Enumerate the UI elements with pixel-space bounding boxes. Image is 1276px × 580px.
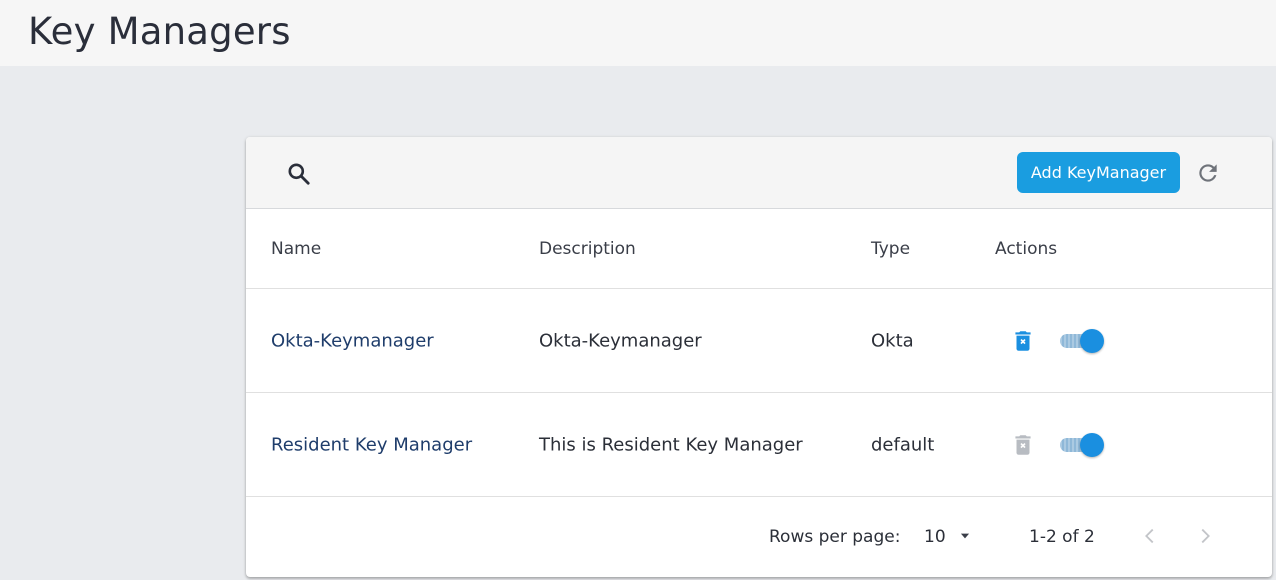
enable-toggle[interactable] [1058,328,1104,354]
column-header-type[interactable]: Type [871,239,910,259]
keymanager-name-link[interactable]: Resident Key Manager [271,434,472,455]
keymanager-type: Okta [871,330,914,351]
table-toolbar: Add KeyManager [246,137,1272,209]
table-header-row: Name Description Type Actions [246,209,1272,289]
chevron-right-icon[interactable] [1194,525,1216,547]
toggle-thumb [1080,329,1104,353]
pagination-range: 1-2 of 2 [1029,527,1095,547]
page-title: Key Managers [28,10,291,53]
key-managers-card: Add KeyManager Name Description Type Act… [246,137,1272,577]
column-header-actions: Actions [995,238,1058,259]
refresh-icon[interactable] [1195,160,1221,186]
keymanager-name-link[interactable]: Okta-Keymanager [271,330,434,351]
keymanager-type: default [871,434,935,455]
toggle-thumb [1080,433,1104,457]
search-icon[interactable] [286,161,312,187]
chevron-left-icon[interactable] [1139,525,1161,547]
table-pagination: Rows per page: 10 1-2 of 2 [246,497,1272,577]
column-header-name[interactable]: Name [271,239,321,259]
column-header-description[interactable]: Description [539,239,636,259]
table-row: Resident Key Manager This is Resident Ke… [246,393,1272,497]
delete-icon[interactable] [1010,326,1036,356]
keymanager-description: Okta-Keymanager [539,330,702,351]
enable-toggle[interactable] [1058,432,1104,458]
table-row: Okta-Keymanager Okta-Keymanager Okta [246,289,1272,393]
chevron-down-icon[interactable] [958,529,972,543]
rows-per-page-select[interactable]: 10 [924,527,946,547]
keymanager-description: This is Resident Key Manager [539,434,803,455]
page-header: Key Managers [0,0,1276,66]
rows-per-page-label: Rows per page: [769,527,901,547]
add-keymanager-button[interactable]: Add KeyManager [1017,152,1180,193]
delete-icon-disabled [1015,435,1031,455]
